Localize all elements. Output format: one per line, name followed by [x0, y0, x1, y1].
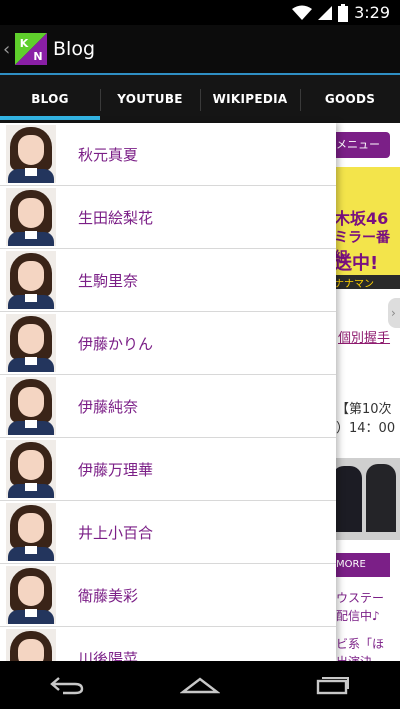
avatar	[6, 377, 56, 435]
tab-blog[interactable]: BLOG	[0, 75, 100, 123]
avatar	[6, 566, 56, 624]
member-name: 衛藤美彩	[78, 586, 139, 605]
tab-goods[interactable]: GOODS	[300, 75, 400, 123]
background-text: 【第10次	[336, 402, 392, 417]
action-bar: ‹ K N Blog	[0, 25, 400, 73]
background-banner[interactable]: 木坂46 ミラー番組 送中! ナナマン	[330, 167, 400, 290]
background-more-button[interactable]: MORE	[330, 553, 390, 577]
member-name: 川後陽菜	[78, 649, 139, 662]
banner-line: ナナマン	[334, 275, 400, 290]
page-title: Blog	[53, 38, 95, 60]
member-name: 生田絵梨花	[78, 208, 154, 227]
list-item[interactable]: 伊藤かりん	[0, 312, 336, 375]
list-item[interactable]: 秋元真夏	[0, 123, 336, 186]
list-item[interactable]: 井上小百合	[0, 501, 336, 564]
avatar	[6, 188, 56, 246]
member-name: 井上小百合	[78, 523, 154, 542]
member-name: 秋元真夏	[78, 145, 139, 164]
member-name: 伊藤純奈	[78, 397, 139, 416]
clock: 3:29	[354, 3, 390, 22]
list-item[interactable]: 生駒里奈	[0, 249, 336, 312]
tab-youtube[interactable]: YOUTUBE	[100, 75, 200, 123]
banner-line: 木坂46	[334, 209, 389, 228]
status-icons: 3:29	[292, 3, 390, 22]
tab-label: YOUTUBE	[117, 92, 183, 106]
background-link[interactable]: 個別握手	[338, 327, 390, 346]
svg-text:K: K	[20, 37, 29, 50]
svg-text:N: N	[33, 50, 42, 63]
battery-icon	[338, 3, 349, 22]
avatar	[6, 125, 56, 183]
signal-icon	[318, 5, 333, 21]
status-bar: 3:29	[0, 0, 400, 25]
member-name: 伊藤万理華	[78, 460, 154, 479]
wifi-icon	[292, 5, 313, 21]
background-text: ウステー	[336, 591, 385, 605]
chevron-right-icon[interactable]: ›	[388, 298, 400, 328]
list-item[interactable]: 衛藤美彩	[0, 564, 336, 627]
tab-bar: BLOG YOUTUBE WIKIPEDIA GOODS	[0, 73, 400, 123]
up-navigation-icon[interactable]: ‹	[3, 39, 13, 60]
back-icon[interactable]	[27, 661, 107, 709]
list-item[interactable]: 生田絵梨花	[0, 186, 336, 249]
member-name: 生駒里奈	[78, 271, 139, 290]
avatar	[6, 440, 56, 498]
recent-apps-icon[interactable]	[293, 661, 373, 709]
list-item[interactable]: 伊藤純奈	[0, 375, 336, 438]
avatar	[6, 314, 56, 372]
member-name: 伊藤かりん	[78, 334, 154, 353]
tab-wikipedia[interactable]: WIKIPEDIA	[200, 75, 300, 123]
avatar	[6, 251, 56, 309]
avatar	[6, 629, 56, 661]
tab-label: WIKIPEDIA	[212, 92, 288, 106]
background-text: 出演決	[336, 653, 372, 661]
list-item[interactable]: 伊藤万理華	[0, 438, 336, 501]
system-navigation-bar	[0, 661, 400, 709]
background-text: ビ系「ほ	[336, 637, 385, 651]
background-text: 配信中♪	[336, 609, 380, 623]
background-photo	[330, 458, 400, 540]
member-list: 秋元真夏 生田絵梨花 生駒里奈 伊藤かりん 伊藤純奈 伊藤万理華 井上小百合 衛…	[0, 123, 336, 661]
banner-line: 送中!	[334, 253, 379, 274]
app-logo[interactable]: K N	[15, 33, 47, 65]
avatar	[6, 503, 56, 561]
home-icon[interactable]	[160, 661, 240, 709]
tab-label: GOODS	[324, 92, 376, 106]
list-item[interactable]: 川後陽菜	[0, 627, 336, 661]
background-text: ）14：00	[336, 421, 396, 436]
background-menu-button[interactable]: メニュー	[330, 132, 390, 158]
tab-label: BLOG	[31, 92, 69, 106]
